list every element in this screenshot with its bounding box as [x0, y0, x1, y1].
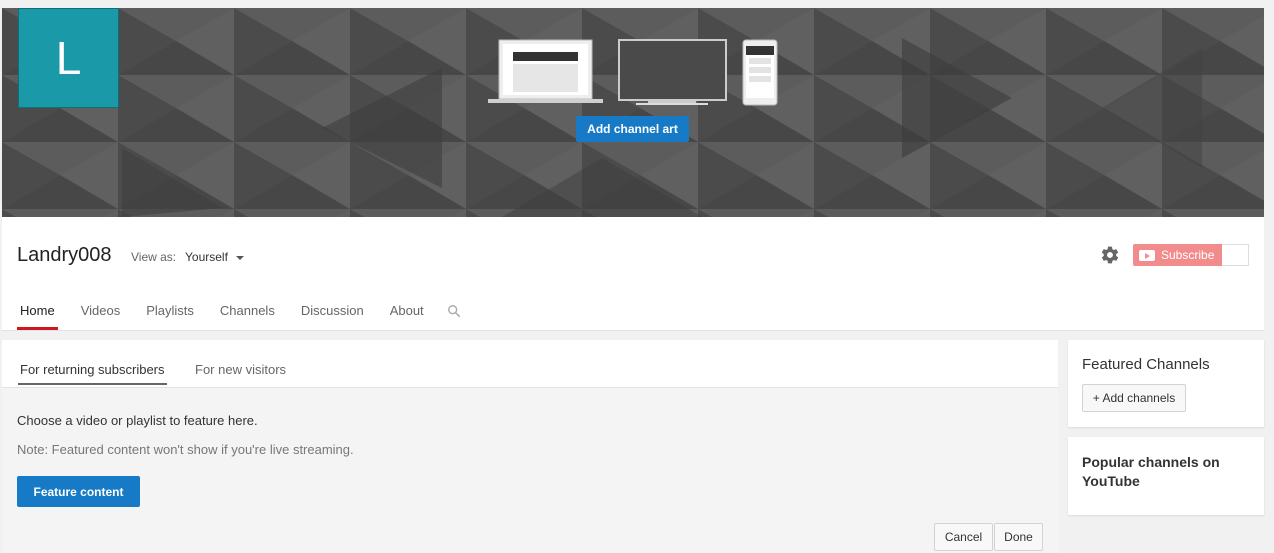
subscribe-label: Subscribe — [1161, 248, 1215, 262]
featured-channels-card: Featured Channels + Add channels — [1068, 340, 1264, 427]
phone-icon — [742, 39, 778, 106]
live-streaming-note: Note: Featured content won't show if you… — [17, 442, 354, 457]
channel-tabs: Home Videos Playlists Channels Discussio… — [17, 303, 461, 330]
search-icon[interactable] — [447, 304, 461, 318]
youtube-play-icon — [1139, 249, 1155, 261]
add-channels-button[interactable]: + Add channels — [1082, 384, 1186, 412]
done-button[interactable]: Done — [994, 523, 1043, 551]
view-as-label: View as: — [131, 250, 177, 264]
laptop-icon — [488, 39, 603, 103]
tab-videos[interactable]: Videos — [78, 303, 124, 330]
cancel-button[interactable]: Cancel — [934, 523, 993, 551]
tab-discussion[interactable]: Discussion — [298, 303, 367, 330]
tab-playlists[interactable]: Playlists — [143, 303, 197, 330]
feature-content-button[interactable]: Feature content — [17, 476, 140, 507]
tab-channels[interactable]: Channels — [217, 303, 278, 330]
view-as-dropdown[interactable]: Yourself — [185, 250, 244, 264]
subscribe-label-wrap: Subscribe — [1133, 244, 1222, 266]
subscribe-button[interactable]: Subscribe — [1133, 244, 1249, 266]
add-channel-art-button[interactable]: Add channel art — [576, 116, 689, 142]
choose-feature-text: Choose a video or playlist to feature he… — [17, 413, 258, 428]
popular-channels-card: Popular channels on YouTube — [1068, 437, 1264, 515]
channel-avatar[interactable]: L — [18, 8, 119, 108]
view-as-value: Yourself — [185, 250, 228, 264]
channel-name: Landry008 — [17, 244, 112, 266]
subtab-new-visitors[interactable]: For new visitors — [195, 362, 286, 377]
tab-home[interactable]: Home — [17, 303, 58, 330]
settings-gear-icon[interactable] — [1100, 245, 1120, 265]
channel-banner: L Add channel art — [2, 8, 1264, 217]
tv-icon — [618, 39, 727, 105]
channel-header: Landry008 View as: Yourself Subscribe Ho… — [2, 217, 1264, 331]
subtab-returning-subscribers[interactable]: For returning subscribers — [18, 362, 167, 385]
avatar-letter: L — [55, 32, 82, 84]
popular-channels-title: Popular channels on YouTube — [1082, 454, 1220, 489]
channel-page: L Add channel art Landry008 View as: You… — [0, 0, 1274, 553]
subscriber-count-box — [1222, 244, 1249, 266]
featured-channels-title: Featured Channels — [1082, 356, 1210, 373]
tab-about[interactable]: About — [387, 303, 427, 330]
device-preview — [488, 39, 778, 106]
featured-content-panel: For returning subscribers For new visito… — [2, 340, 1058, 553]
caret-down-icon — [235, 255, 244, 260]
audience-subtabs: For returning subscribers For new visito… — [2, 340, 1058, 388]
